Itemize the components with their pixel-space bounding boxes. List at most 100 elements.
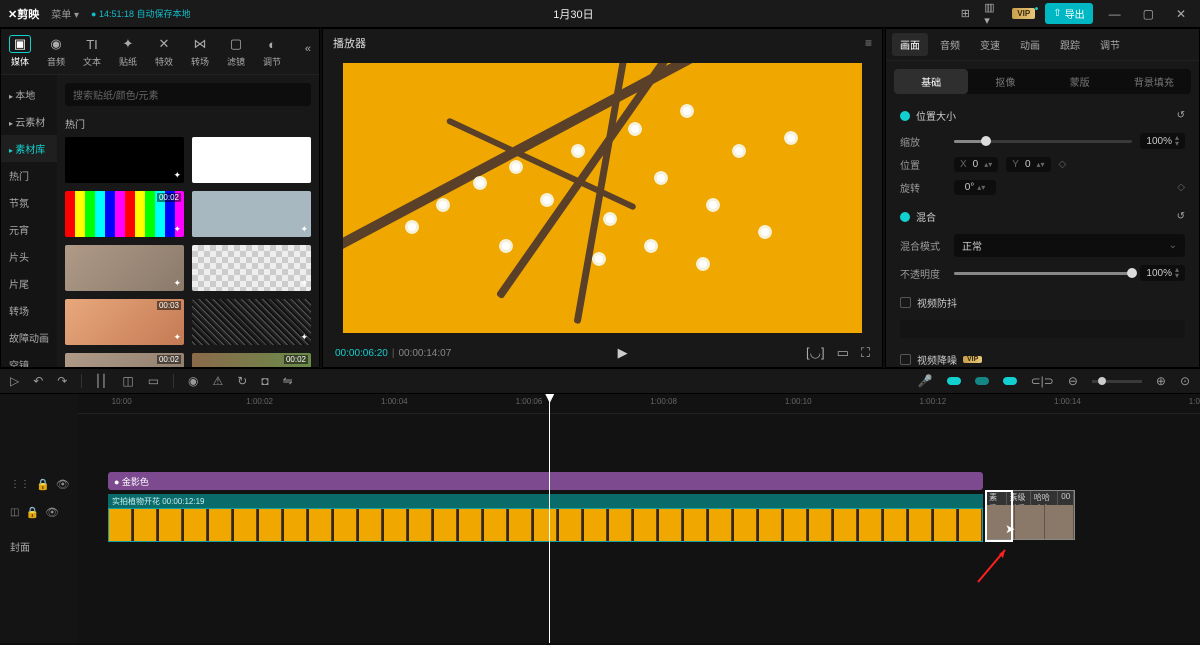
proptab-picture[interactable]: 画面 [892,33,928,56]
media-thumbnail[interactable]: ✦ [192,191,311,237]
minimize-button[interactable]: — [1103,7,1127,21]
toggle-pill[interactable] [1003,377,1017,385]
denoise-checkbox[interactable] [900,354,911,365]
delete-right-icon[interactable]: ▭ [148,374,159,388]
magnet-icon[interactable]: ⊂|⊃ [1031,374,1054,388]
video-preview[interactable] [343,63,862,333]
stab-checkbox[interactable] [900,297,911,308]
redo-icon[interactable]: ↷ [57,374,67,388]
scale-value[interactable]: 100%▴▾ [1140,133,1185,149]
shortcut-icon[interactable]: ⊞ [956,5,974,23]
media-thumbnail[interactable]: ✦ [65,137,184,183]
media-thumbnail[interactable]: ✦ [192,137,311,183]
video-clip-2[interactable]: 素级 转素级 转场哈哈哈大笑00 [985,490,1075,540]
player-menu-icon[interactable]: ≡ [865,36,872,50]
tab-sticker[interactable]: ✦贴纸 [117,35,139,68]
proptab-anim[interactable]: 动画 [1012,33,1048,56]
toggle-pill[interactable] [947,377,961,385]
media-thumbnail[interactable]: ✦ [65,245,184,291]
track-controls[interactable]: ⋮⋮🔒👁 [0,472,78,496]
mic-icon[interactable]: 🎤 [918,374,933,388]
nav-local[interactable]: 本地 [1,81,57,108]
ratio-icon[interactable]: ▭ [837,345,849,361]
split-icon[interactable]: ⎢⎢ [96,374,108,388]
vip-badge[interactable]: VIP [1012,8,1035,19]
tab-adjust[interactable]: ◐调节 [261,35,283,68]
reverse-icon[interactable]: ↻ [237,374,247,388]
reset-icon[interactable]: ↺ [1177,211,1185,222]
time-ruler[interactable]: 10:001:00:021:00:041:00:061:00:081:00:10… [78,394,1200,414]
undo-icon[interactable]: ↶ [33,374,43,388]
fit-icon[interactable]: ⊙ [1180,374,1190,388]
opacity-value[interactable]: 100%▴▾ [1140,265,1185,281]
nav-cloud[interactable]: 云素材 [1,108,57,135]
media-thumbnail[interactable]: 00:03✦ [65,299,184,345]
nav-item[interactable]: 元宵 [1,216,57,243]
nav-item[interactable]: 转场 [1,297,57,324]
delete-left-icon[interactable]: ◫ [122,374,133,388]
media-thumbnail[interactable]: ✦ [192,245,311,291]
keyframe-icon[interactable]: ◇ [1177,182,1185,193]
player-stage[interactable] [323,57,882,339]
proptab-speed[interactable]: 变速 [972,33,1008,56]
subtab-bg[interactable]: 背景填充 [1117,69,1191,94]
select-tool-icon[interactable]: ▷ [10,374,19,388]
proptab-track[interactable]: 跟踪 [1052,33,1088,56]
nav-hot[interactable]: 热门 [1,162,57,189]
media-thumbnail[interactable]: 00:02✦ [65,353,184,367]
keyframe-icon[interactable]: ◇ [1059,159,1067,170]
crop-icon[interactable]: ◘ [261,374,268,388]
play-button[interactable]: ▶ [618,345,628,361]
opacity-slider[interactable] [954,272,1132,275]
nav-item[interactable]: 片尾 [1,270,57,297]
track-controls[interactable]: ◫🔒👁 [0,500,78,524]
toggle-icon[interactable] [900,212,910,222]
media-thumbnail[interactable]: ✦ [192,299,311,345]
scale-slider[interactable] [954,140,1132,143]
mirror-icon[interactable]: ⇋ [283,374,293,388]
subtab-basic[interactable]: 基础 [894,69,968,94]
tab-transition[interactable]: ⋈转场 [189,35,211,68]
blend-mode-select[interactable]: 正常⌄ [954,234,1185,257]
zoom-in-icon[interactable]: ⊕ [1156,374,1166,388]
tab-media[interactable]: ▣媒体 [9,35,31,68]
media-thumbnail[interactable]: 00:02✦ [192,353,311,367]
media-thumbnail[interactable]: 00:02✦ [65,191,184,237]
zoom-out-icon[interactable]: ⊖ [1068,374,1078,388]
nav-item[interactable]: 片头 [1,243,57,270]
subtab-cutout[interactable]: 抠像 [968,69,1042,94]
video-track-clip[interactable] [108,508,983,542]
search-input[interactable]: 搜索贴纸/颜色/元素 [65,83,311,106]
reset-icon[interactable]: ↺ [1177,110,1185,121]
proptab-audio[interactable]: 音频 [932,33,968,56]
nav-item[interactable]: 节氛 [1,189,57,216]
menu-dropdown[interactable]: 菜单 ▾ [51,6,79,21]
filter-track-clip[interactable]: ● 金影色 [108,472,983,490]
scale-icon[interactable]: [◡] [806,345,825,361]
toggle-pill[interactable] [975,377,989,385]
toggle-icon[interactable] [900,111,910,121]
tab-text[interactable]: TI文本 [81,35,103,68]
fullscreen-icon[interactable]: ⛶ [861,345,870,361]
playhead[interactable] [549,394,550,643]
pos-x-input[interactable]: X0▴▾ [954,157,998,172]
tab-filter[interactable]: ▢滤镜 [225,35,247,68]
nav-library[interactable]: 素材库 [1,135,57,162]
close-button[interactable]: ✕ [1170,7,1192,21]
freeze-icon[interactable]: ◉ [188,374,198,388]
nav-item[interactable]: 故障动画 [1,324,57,351]
tab-effect[interactable]: ✕特效 [153,35,175,68]
subtab-mask[interactable]: 蒙版 [1043,69,1117,94]
zoom-slider[interactable] [1092,380,1142,383]
layout-icon[interactable]: ▥ ▾ [984,5,1002,23]
caution-icon[interactable]: ⚠ [213,374,224,388]
rotation-value[interactable]: 0°▴▾ [954,180,996,195]
nav-item[interactable]: 空镜 [1,351,57,367]
cover-label[interactable]: 封面 [0,528,78,564]
maximize-button[interactable]: ▢ [1137,7,1160,21]
export-button[interactable]: ⇧导出 [1045,3,1092,24]
proptab-adjust[interactable]: 调节 [1092,33,1128,56]
tab-audio[interactable]: ◉音频 [45,35,67,68]
pos-y-input[interactable]: Y0▴▾ [1006,157,1050,172]
collapse-icon[interactable]: « [305,43,311,55]
